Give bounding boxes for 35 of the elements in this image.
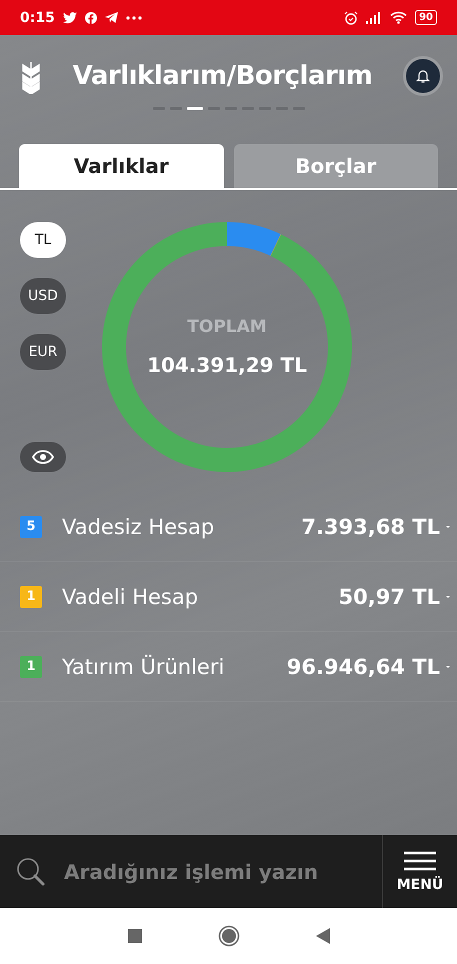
currency-button[interactable]: EUR	[20, 334, 66, 370]
search-icon	[16, 856, 46, 886]
bell-icon	[416, 68, 430, 84]
circle-icon	[84, 12, 97, 24]
count-badge: 1	[20, 586, 42, 608]
account-amount: 96.946,64 TL	[286, 654, 440, 678]
wifi-icon	[390, 11, 408, 24]
visibility-toggle[interactable]	[20, 442, 66, 472]
account-name[interactable]: Vadeli Hesap	[62, 584, 339, 608]
count-badge: 1	[20, 656, 42, 678]
bird-icon	[62, 12, 77, 24]
page-title: Varlıklarım/Borçlarım	[72, 61, 374, 91]
back-icon[interactable]	[316, 928, 330, 944]
menu-icon	[404, 850, 436, 870]
eye-icon	[32, 450, 54, 464]
clock-time: 0:15	[20, 10, 55, 26]
recents-icon[interactable]	[128, 929, 142, 943]
currency-button[interactable]: USD	[20, 278, 66, 314]
currency-button[interactable]: TL	[20, 222, 66, 258]
account-name[interactable]: Yatırım Ürünleri	[62, 654, 287, 678]
total-label: TOPLAM	[187, 317, 267, 337]
account-name[interactable]: Vadesiz Hesap	[62, 514, 302, 538]
search-field[interactable]: Aradığınız işlemi yazın	[62, 858, 382, 884]
more-icon	[126, 16, 142, 20]
alarm-icon	[344, 10, 358, 24]
count-badge: 5	[20, 516, 42, 538]
battery-level: 90	[415, 10, 437, 25]
account-amount: 50,97 TL	[338, 584, 440, 608]
home-icon[interactable]	[218, 925, 240, 947]
signal-icon	[366, 12, 382, 24]
notification-button[interactable]	[403, 56, 443, 96]
total-amount: 104.391,29 TL	[147, 353, 307, 377]
tab[interactable]: Varlıklar	[19, 144, 224, 188]
account-amount: 7.393,68 TL	[301, 514, 440, 538]
paper-plane-icon	[104, 12, 118, 23]
